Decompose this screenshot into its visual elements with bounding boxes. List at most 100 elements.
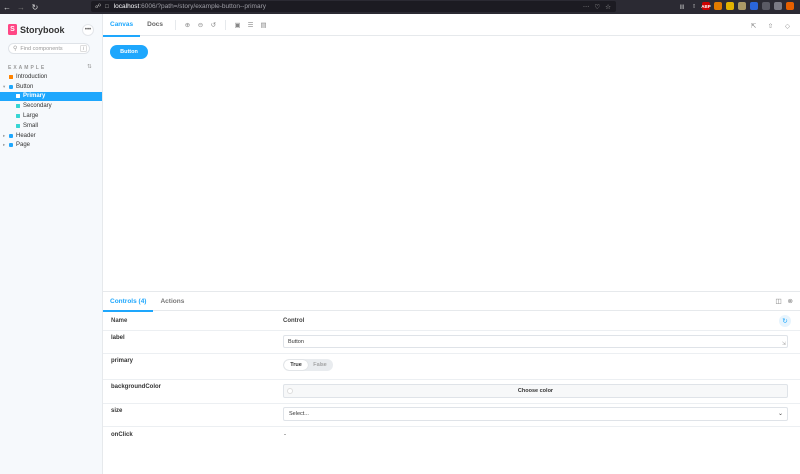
choose-color-label: Choose color <box>517 388 554 394</box>
table-row: backgroundColor Choose color <box>103 380 800 404</box>
bookmark-icon <box>16 94 20 99</box>
sidebar-item-secondary[interactable]: Secondary <box>0 101 102 111</box>
tab-actions[interactable]: Actions <box>153 292 191 311</box>
share-icon[interactable]: ⇧ <box>764 19 777 32</box>
extension-ext6-icon[interactable] <box>762 2 770 10</box>
toggle-false[interactable]: False <box>308 360 332 370</box>
bookmark-icon <box>16 114 20 119</box>
zoom-in-icon[interactable]: ⊕ <box>181 18 194 31</box>
zoom-out-icon[interactable]: ⊖ <box>194 18 207 31</box>
addons-tabs: Controls (4) Actions ◫ ⊗ <box>103 292 800 312</box>
browser-toolbar: ← → ↻ ☍ □ localhost:6006/?path=/story/ex… <box>0 0 800 14</box>
bookmark-icon <box>16 123 20 128</box>
pocket-icon[interactable]: ♡ <box>594 3 600 11</box>
expand-collapse-icon[interactable]: ⇅ <box>87 64 92 70</box>
search-shortcut: / <box>80 45 87 52</box>
sidebar-item-small[interactable]: Small <box>0 121 102 131</box>
size-select-value: Select... <box>289 411 309 417</box>
section-title: EXAMPLE <box>8 65 47 71</box>
sidebar-item-page[interactable]: ▸ Page <box>0 141 102 151</box>
chevron-down-icon[interactable]: ▾ <box>3 84 5 90</box>
resize-grip-icon[interactable]: ⇲ <box>782 341 786 347</box>
toolbar-divider <box>225 19 227 30</box>
shield-icon[interactable]: ☍ <box>95 3 101 10</box>
grid-icon[interactable]: ☰ <box>244 18 257 31</box>
component-icon <box>9 143 13 148</box>
extension-ext7-icon[interactable] <box>774 2 782 10</box>
document-icon <box>9 74 13 79</box>
sidebar-item-label: Secondary <box>23 103 52 110</box>
search-input[interactable]: ⚲ Find components / <box>8 43 90 54</box>
reset-controls-icon[interactable]: ↻ <box>779 315 791 327</box>
zoom-reset-icon[interactable]: ↺ <box>207 18 220 31</box>
sidebar-item-introduction[interactable]: Introduction <box>0 72 102 82</box>
column-name: Name <box>111 318 128 324</box>
reload-icon[interactable]: ↻ <box>28 0 42 14</box>
primary-boolean-toggle[interactable]: True False <box>283 359 333 371</box>
table-row: onClick - <box>103 427 800 449</box>
sidebar-item-label: Large <box>23 113 39 120</box>
sidebars-icon[interactable]: ▯ <box>690 2 698 10</box>
url-host: localhost <box>113 3 140 10</box>
library-icon[interactable]: ||| <box>678 2 686 10</box>
search-icon: ⚲ <box>13 46 18 52</box>
close-panel-icon[interactable]: ⊗ <box>788 297 793 305</box>
choose-color-button[interactable]: Choose color <box>283 384 788 398</box>
extension-ext2-icon[interactable] <box>714 2 722 10</box>
chevron-right-icon[interactable]: ▸ <box>3 133 5 139</box>
controls-table: Name Control ↻ label Button ⇲ primary Tr… <box>103 311 800 449</box>
extension-ext4-icon[interactable] <box>738 2 746 10</box>
copy-link-icon[interactable]: ◇ <box>781 19 794 32</box>
search-placeholder: Find components <box>20 45 63 52</box>
preview-toolbar: Canvas Docs ⊕ ⊖ ↺ ▣ ☰ ▤ ⇱ ⇧ ◇ <box>103 14 800 37</box>
sidebar-item-label: Header <box>16 132 36 139</box>
forward-icon[interactable]: → <box>14 0 28 14</box>
background-icon[interactable]: ▣ <box>231 18 244 31</box>
sidebar-item-label: Page <box>16 142 31 149</box>
arg-name: primary <box>111 358 134 364</box>
tab-controls[interactable]: Controls (4) <box>103 292 154 312</box>
extension-abp-icon[interactable]: ABP <box>701 2 711 10</box>
storybook-logo-icon: S <box>8 24 17 35</box>
main-panel: Canvas Docs ⊕ ⊖ ↺ ▣ ☰ ▤ ⇱ ⇧ ◇ Button Con… <box>102 14 800 474</box>
chevron-right-icon[interactable]: ▸ <box>3 142 5 148</box>
table-row: primary True False <box>103 354 800 380</box>
page-info-icon[interactable]: □ <box>105 4 109 10</box>
toolbar-divider <box>175 19 177 30</box>
label-value: Button <box>288 338 304 345</box>
storybook-app: S Storybook ••• ⚲ Find components / EXAM… <box>0 14 800 474</box>
extension-ext8-icon[interactable] <box>786 2 794 10</box>
sidebar-item-label: Button <box>16 83 34 90</box>
extension-ext3-icon[interactable] <box>726 2 734 10</box>
arg-name: label <box>111 335 125 341</box>
outline-icon[interactable]: ▤ <box>257 18 270 31</box>
addons-panel: Controls (4) Actions ◫ ⊗ Name Control ↻ … <box>103 291 800 474</box>
extensions-toolbar: ||| ▯ ABP <box>678 2 794 10</box>
panel-orientation-icon[interactable]: ◫ <box>775 297 781 305</box>
sidebar: S Storybook ••• ⚲ Find components / EXAM… <box>0 14 102 474</box>
menu-button[interactable]: ••• <box>82 24 94 36</box>
more-icon: ••• <box>84 27 92 33</box>
story-canvas: Button <box>103 37 800 291</box>
sidebar-item-large[interactable]: Large <box>0 111 102 121</box>
brand[interactable]: S Storybook <box>8 24 65 35</box>
size-select[interactable]: Select... ⌄ <box>283 407 788 421</box>
fullscreen-icon[interactable]: ⇱ <box>747 19 760 32</box>
bookmark-star-icon[interactable]: ☆ <box>605 3 611 11</box>
tab-docs[interactable]: Docs <box>140 14 170 36</box>
back-icon[interactable]: ← <box>0 0 14 14</box>
tab-canvas[interactable]: Canvas <box>103 14 141 37</box>
component-icon <box>9 133 13 138</box>
component-icon <box>9 84 13 89</box>
url-bar[interactable]: ☍ □ localhost:6006/?path=/story/example-… <box>91 1 616 12</box>
brand-name: Storybook <box>20 24 65 35</box>
label-text-input[interactable]: Button ⇲ <box>283 335 788 348</box>
table-row: size Select... ⌄ <box>103 404 800 427</box>
sidebar-item-button[interactable]: ▾ Button <box>0 82 102 92</box>
story-primary-button[interactable]: Button <box>110 45 148 59</box>
sidebar-item-primary[interactable]: Primary <box>0 91 102 102</box>
page-actions-icon[interactable]: ··· <box>583 3 590 11</box>
toggle-true[interactable]: True <box>284 360 308 370</box>
sidebar-item-header[interactable]: ▸ Header <box>0 131 102 141</box>
extension-ext5-icon[interactable] <box>750 2 758 10</box>
